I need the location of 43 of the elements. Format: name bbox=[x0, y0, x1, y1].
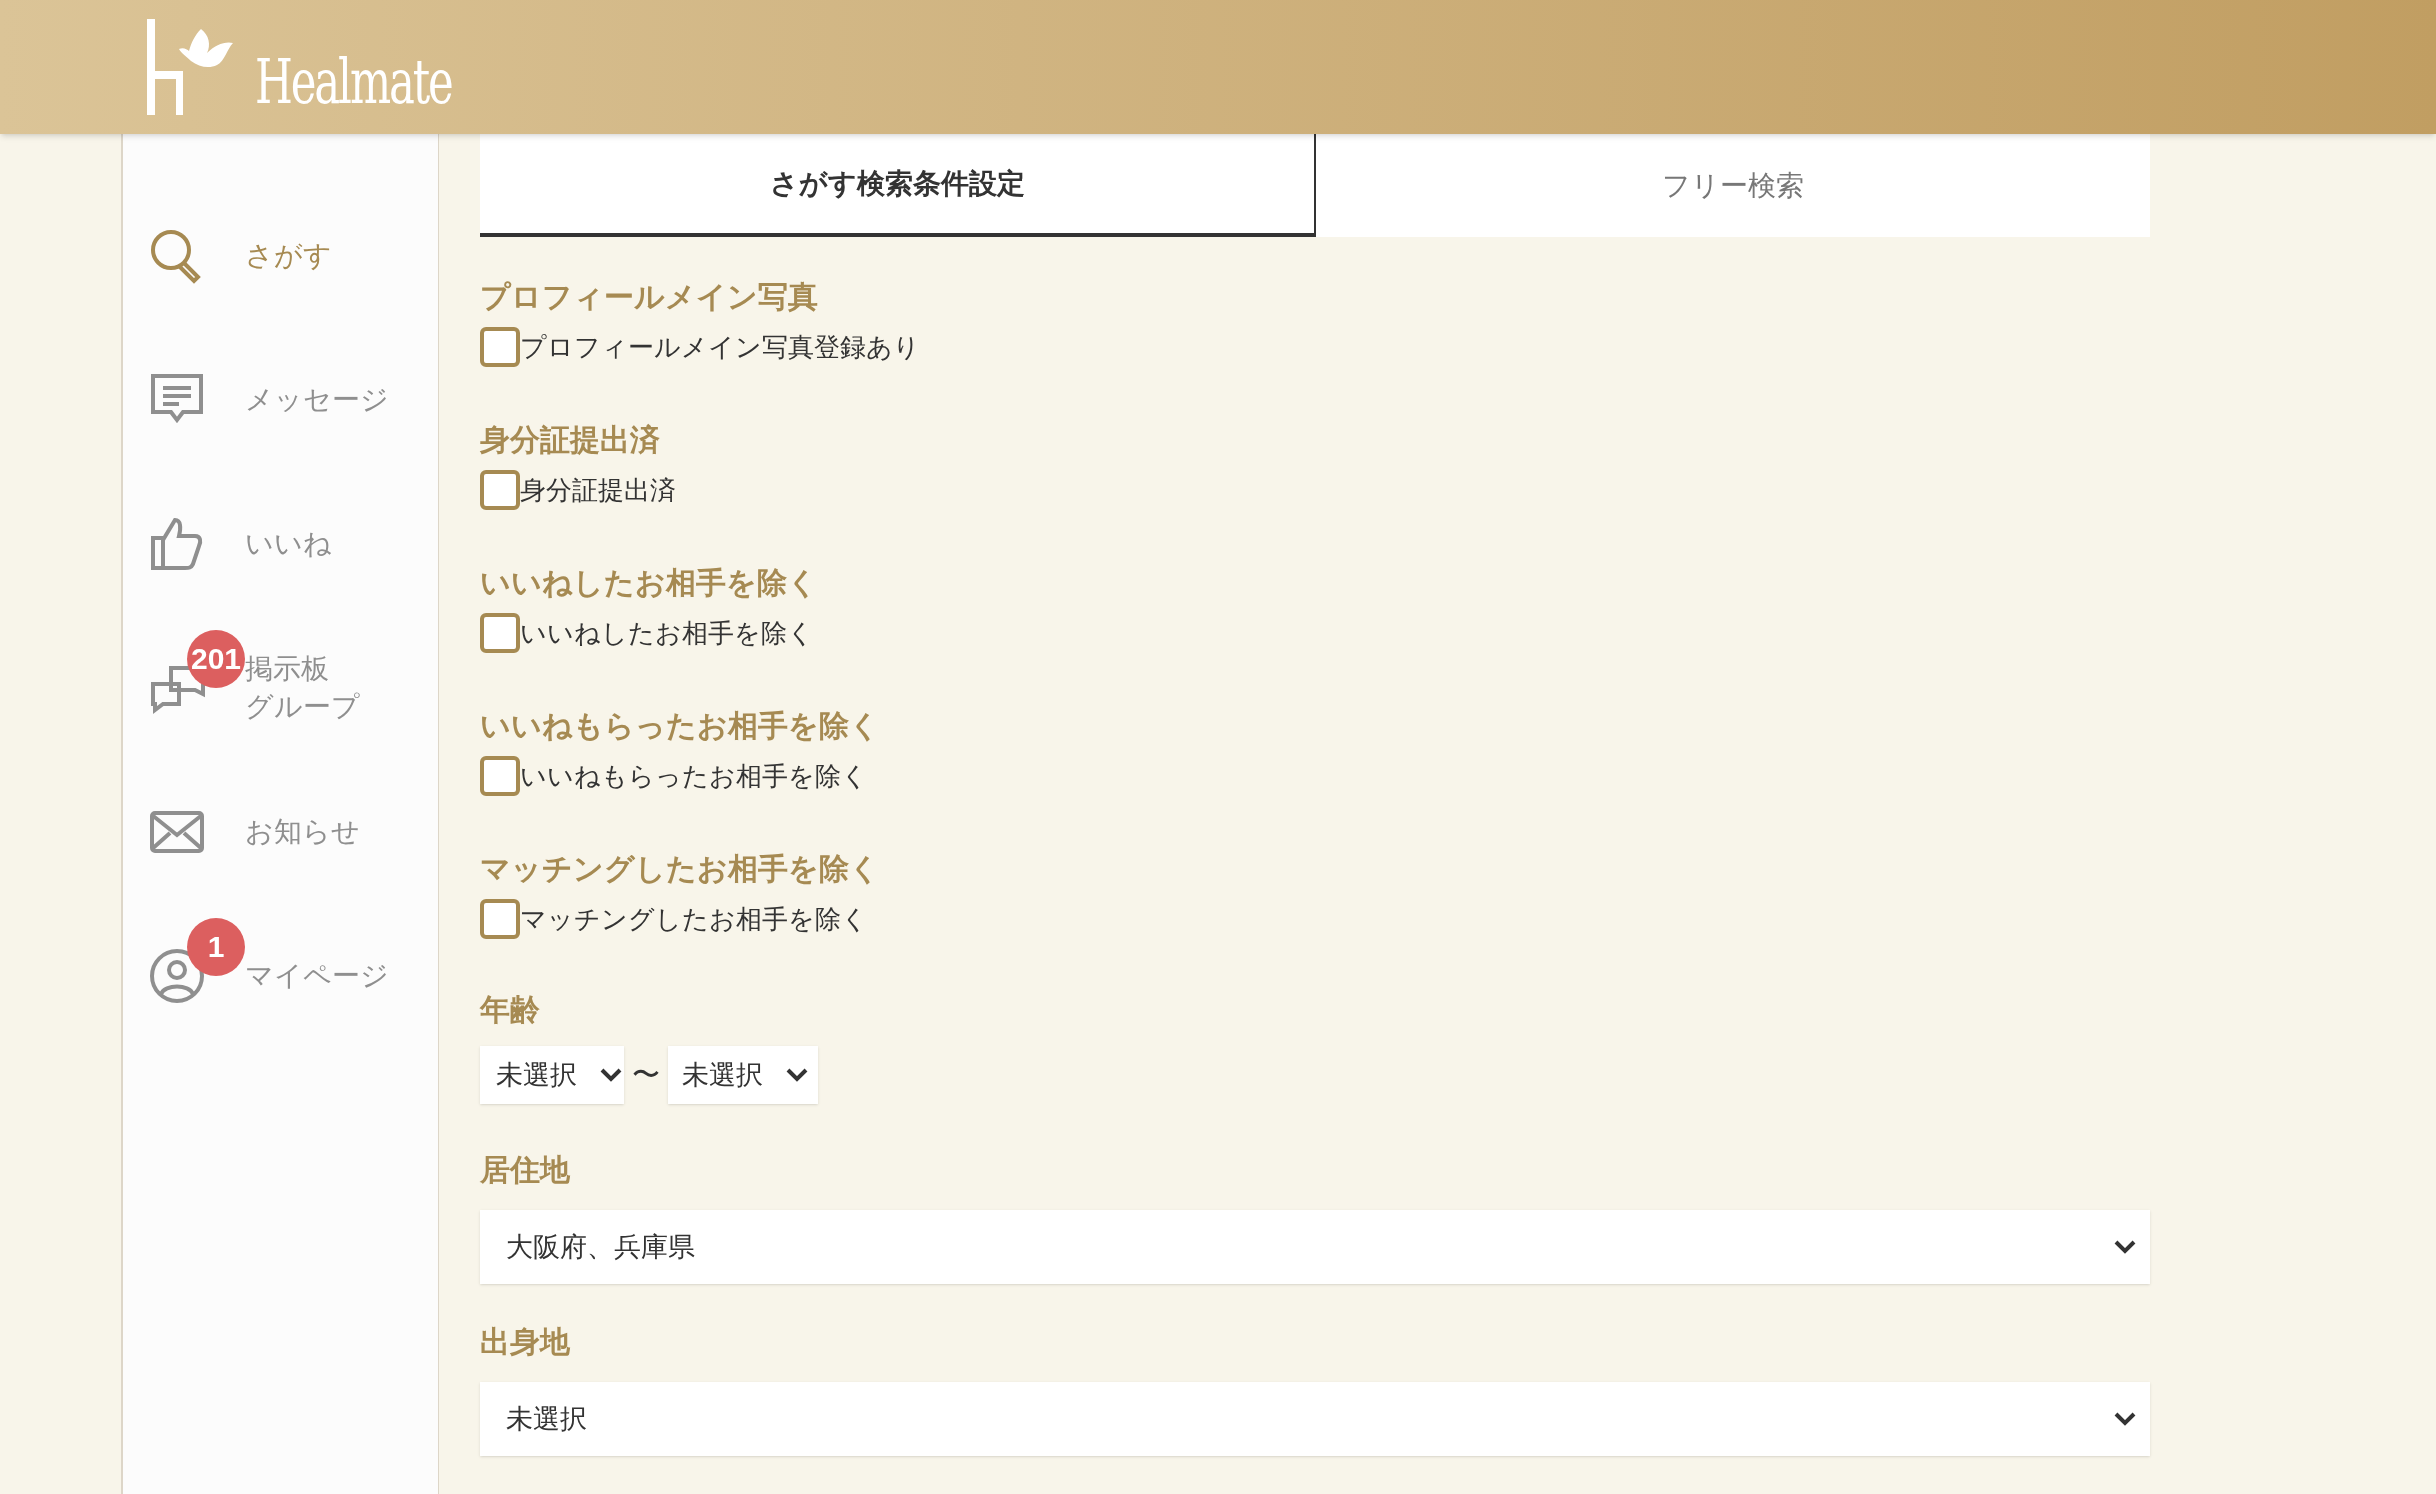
tab[interactable]: フリー検索 bbox=[1316, 134, 2150, 237]
logo-text: Healmate bbox=[255, 51, 452, 113]
checkbox-option[interactable]: マッチングしたお相手を除く bbox=[480, 899, 868, 939]
checkbox-option[interactable]: いいねしたお相手を除く bbox=[480, 613, 814, 653]
sidebar-label: いいね bbox=[245, 527, 332, 561]
user-icon bbox=[149, 948, 205, 1004]
sidebar-item[interactable]: 201掲示板 グループ bbox=[123, 616, 438, 760]
section-heading: 身分証提出済 bbox=[480, 422, 661, 458]
section-heading: マッチングしたお相手を除く bbox=[480, 851, 881, 887]
age-from-select[interactable]: 未選択 bbox=[480, 1046, 624, 1104]
chevron-down-icon bbox=[2114, 1240, 2136, 1254]
section-heading: いいねもらったお相手を除く bbox=[480, 708, 881, 744]
section-heading: プロフィールメイン写真 bbox=[480, 279, 819, 315]
dropdown-field[interactable]: 大阪府、兵庫県 bbox=[480, 1210, 2150, 1284]
sidebar-label: さがす bbox=[245, 239, 332, 273]
checkbox[interactable] bbox=[480, 756, 520, 796]
sidebar-label: 掲示板 bbox=[245, 652, 330, 686]
age-to-select[interactable]: 未選択 bbox=[668, 1046, 818, 1104]
sidebar-label: グループ bbox=[245, 690, 360, 724]
checkbox[interactable] bbox=[480, 899, 520, 939]
checkbox[interactable] bbox=[480, 327, 520, 367]
section-heading: 年齢 bbox=[480, 992, 541, 1028]
sidebar-label: メッセージ bbox=[245, 383, 389, 417]
section-heading: 出身地 bbox=[480, 1324, 571, 1360]
checkbox[interactable] bbox=[480, 613, 520, 653]
sidebar-label: マイページ bbox=[245, 959, 389, 993]
dropdown-field[interactable]: 未選択 bbox=[480, 1382, 2150, 1456]
section-heading: いいねしたお相手を除く bbox=[480, 565, 819, 601]
checkbox-option[interactable]: プロフィールメイン写真登録あり bbox=[480, 327, 920, 367]
chevron-down-icon bbox=[2114, 1412, 2136, 1426]
chevron-down-icon bbox=[600, 1068, 622, 1082]
chevron-down-icon bbox=[786, 1068, 808, 1082]
count-badge: 1 bbox=[187, 918, 245, 976]
checkbox-option[interactable]: 身分証提出済 bbox=[480, 470, 676, 510]
sidebar-item[interactable]: 1 マイページ bbox=[123, 904, 438, 1048]
sidebar-label: お知らせ bbox=[245, 815, 360, 849]
thumbs-up-icon bbox=[149, 516, 205, 572]
checkbox[interactable] bbox=[480, 470, 520, 510]
count-badge: 201 bbox=[187, 630, 245, 688]
checkbox-option[interactable]: いいねもらったお相手を除く bbox=[480, 756, 868, 796]
section-heading: 居住地 bbox=[480, 1152, 571, 1188]
tab[interactable]: さがす検索条件設定 bbox=[480, 134, 1316, 237]
range-separator: 〜 bbox=[632, 1058, 660, 1092]
